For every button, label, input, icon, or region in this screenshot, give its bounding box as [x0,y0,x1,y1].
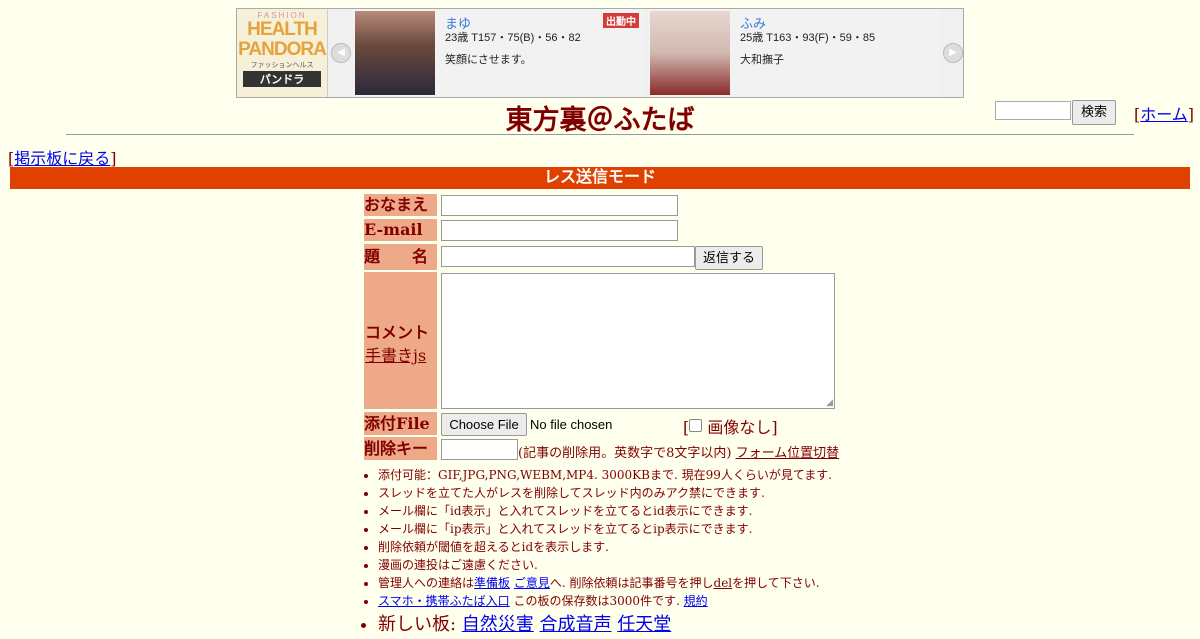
subject-field[interactable] [441,246,695,267]
ad-card-photo [355,11,435,95]
delkey-field[interactable] [441,439,518,460]
handwrite-link[interactable]: 手書きjs [365,342,426,366]
email-label: E-mail [364,219,437,241]
submit-reply-button[interactable]: 返信する [695,246,763,270]
ad-prev-arrow-icon[interactable]: ◀ [331,43,351,63]
ad-card-stats: 25歳 T163・93(F)・59・85 [740,32,876,44]
contact-text-mid: へ. 削除依頼は記事番号を押し [549,576,714,590]
ad-banner[interactable]: FASHION HEALTH PANDORA ファッションヘルス パンドラ ◀ … [236,8,964,98]
delkey-note-text: (記事の削除用。英数字で8文字以内) [518,446,732,461]
list-item: スマホ・携帯ふたば入口 この板の保存数は3000件です. 規約 [378,593,832,611]
terms-link[interactable]: 規約 [684,594,708,608]
reply-mode-bar: レス送信モード [10,167,1190,189]
ad-logo-sub: ファッションヘルス [250,62,314,69]
home-nav: [ホーム] [1134,105,1195,124]
ad-card[interactable]: ふみ 25歳 T163・93(F)・59・85 大和撫子 [648,9,940,97]
no-image-checkbox[interactable] [689,419,703,432]
list-item: 添付可能：GIF,JPG,PNG,WEBM,MP4. 3000KBまで. 現在9… [378,467,832,485]
new-board-link[interactable]: 任天堂 [617,614,671,635]
contact-text-post: を押して下さい. [732,576,820,590]
list-item: メール欄に「ip表示」と入れてスレッドを立てるとip表示にできます. [378,521,832,539]
back-to-board-link[interactable]: 掲示板に戻る [14,149,110,168]
list-item: 漫画の連投はご遠慮ください. [378,557,832,575]
name-field[interactable] [441,195,678,216]
file-label: 添付File [364,412,437,435]
ad-card-caption: 笑顔にさせます。 [445,54,532,66]
list-item: 削除依頼が閾値を超えるとidを表示します. [378,539,832,557]
ad-logo-line2: PANDORA [238,39,327,60]
list-item: スレッドを立てた人がレスを削除してスレッド内のみアク禁にできます. [378,485,832,503]
mobile-entry-link[interactable]: スマホ・携帯ふたば入口 [378,594,510,608]
ad-card[interactable]: まゆ 出勤中 23歳 T157・75(B)・56・82 笑顔にさせます。 [353,9,645,97]
ad-card-stats: 23歳 T157・75(B)・56・82 [445,32,581,44]
ad-card-caption: 大和撫子 [740,54,784,66]
ad-logo-line1: HEALTH [247,19,318,40]
back-nav: [掲示板に戻る] [8,149,117,168]
prep-board-link[interactable]: 準備板 [474,576,510,590]
ad-next-arrow-icon[interactable]: ▶ [943,43,963,63]
rules-list: 添付可能：GIF,JPG,PNG,WEBM,MP4. 3000KBまで. 現在9… [360,467,832,635]
resize-handle-icon[interactable]: ◢ [826,398,833,408]
no-image-label: 画像なし [707,418,772,437]
search-button[interactable]: 検索 [1072,100,1116,125]
ad-logo-jp: パンドラ [243,71,321,87]
home-link[interactable]: ホーム [1140,105,1188,124]
ad-logo[interactable]: FASHION HEALTH PANDORA ファッションヘルス パンドラ [237,9,328,97]
ad-card-photo [650,11,730,95]
del-link[interactable]: del [714,576,733,590]
form-position-toggle-link[interactable]: フォーム位置切替 [736,446,840,461]
storage-text: この板の保存数は3000件です. [509,594,684,608]
subject-label: 題 名 [364,244,437,270]
comment-textarea[interactable]: ◢ [441,273,835,409]
file-status: No file chosen [530,417,613,432]
list-item: 管理人への連絡は準備板 ご意見へ. 削除依頼は記事番号を押しdelを押して下さい… [378,575,832,593]
search-input[interactable] [995,101,1071,120]
contact-text: 管理人への連絡は [378,576,475,590]
comment-label-cell: コメント 手書きjs [364,272,437,409]
no-image-option[interactable]: [ 画像なし] [683,414,778,438]
comment-label: コメント [365,323,430,342]
delkey-label: 削除キー [364,437,437,460]
new-board-link[interactable]: 自然災害 [462,614,534,635]
email-field[interactable] [441,220,678,241]
list-item: 新しい板: 自然災害 合成音声 任天堂 [378,611,832,635]
delkey-note: (記事の削除用。英数字で8文字以内) フォーム位置切替 [518,442,839,461]
new-board-link[interactable]: 合成音声 [540,614,612,635]
header-divider [66,134,1134,135]
feedback-link[interactable]: ご意見 [514,576,550,590]
ad-card-badge: 出勤中 [603,13,639,28]
name-label: おなまえ [364,194,437,216]
choose-file-button[interactable]: Choose File [441,413,527,436]
list-item: メール欄に「id表示」と入れてスレッドを立てるとid表示にできます. [378,503,832,521]
new-boards-label: 新しい板: [378,614,462,635]
